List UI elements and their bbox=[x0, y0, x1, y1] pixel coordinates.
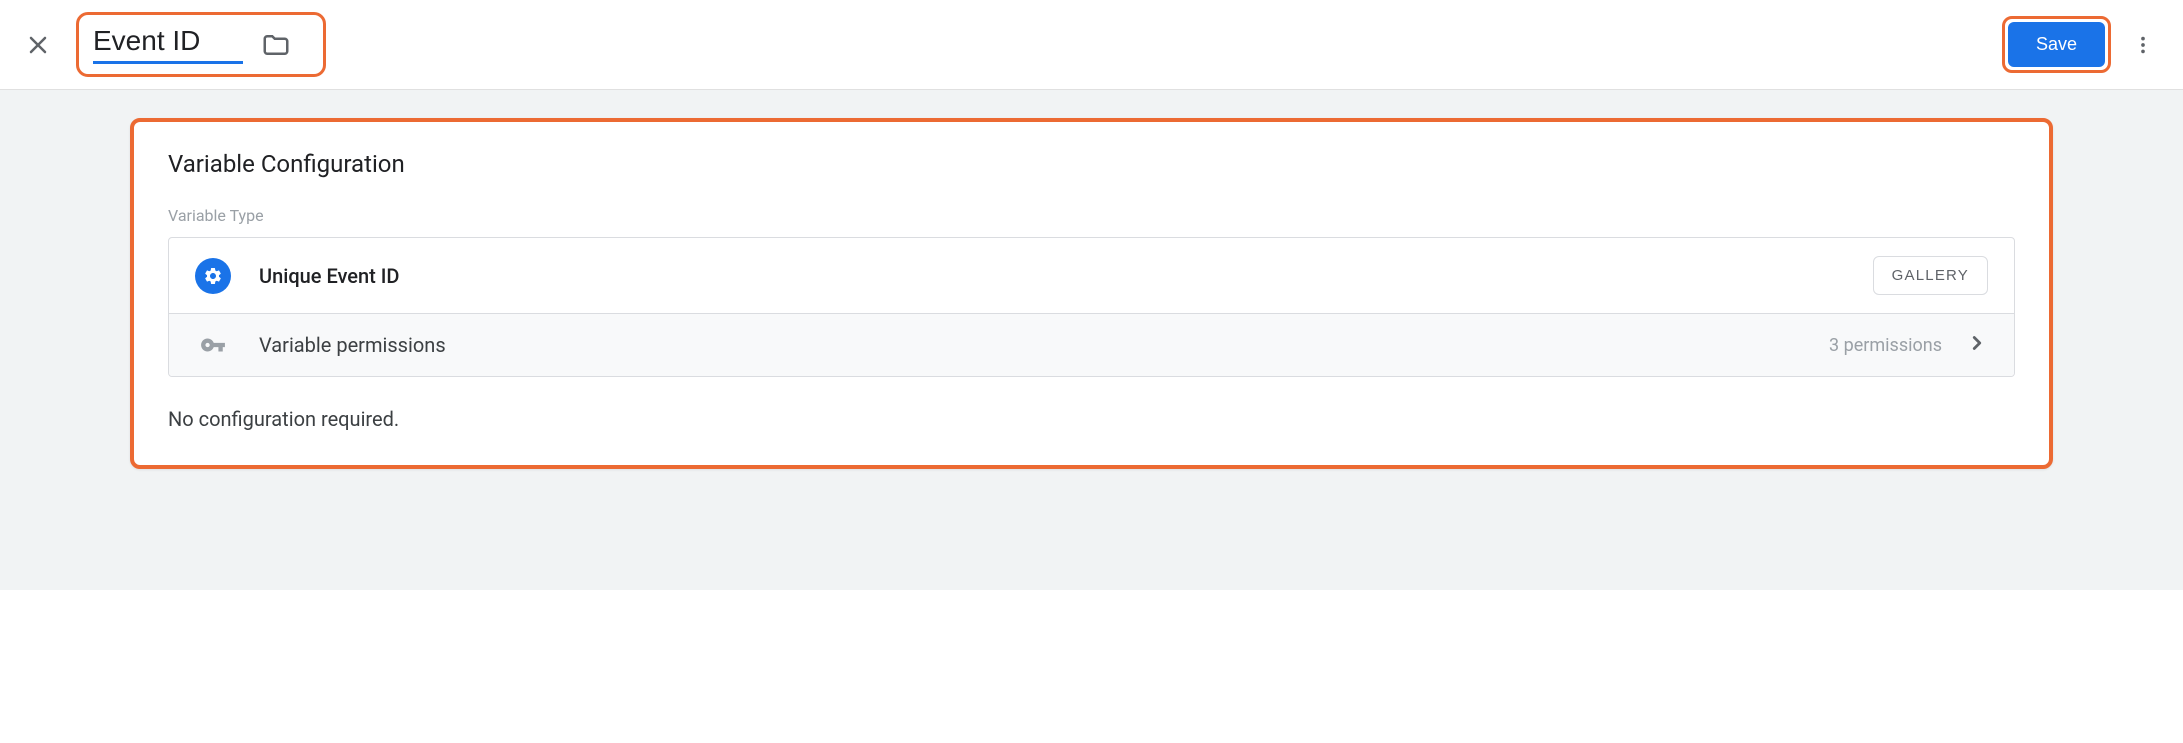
more-menu-button[interactable] bbox=[2127, 29, 2159, 61]
permissions-count: 3 permissions bbox=[1829, 335, 1942, 356]
variable-type-box: Unique Event ID GALLERY Variable permiss… bbox=[168, 237, 2015, 377]
variable-permissions-row[interactable]: Variable permissions 3 permissions bbox=[169, 313, 2014, 376]
gallery-button[interactable]: GALLERY bbox=[1873, 256, 1988, 295]
folder-icon[interactable] bbox=[261, 30, 291, 60]
header-right: Save bbox=[2002, 16, 2159, 73]
permissions-left: Variable permissions bbox=[195, 332, 446, 358]
editor-header: Save bbox=[0, 0, 2183, 90]
main-content: Variable Configuration Variable Type Uni… bbox=[0, 90, 2183, 590]
close-button[interactable] bbox=[24, 31, 52, 59]
title-container bbox=[76, 12, 326, 77]
close-icon bbox=[26, 33, 50, 57]
variable-configuration-panel: Variable Configuration Variable Type Uni… bbox=[130, 118, 2053, 469]
type-row-left: Unique Event ID bbox=[195, 258, 399, 294]
variable-name-input[interactable] bbox=[93, 25, 243, 64]
no-configuration-text: No configuration required. bbox=[168, 407, 2015, 431]
variable-type-row[interactable]: Unique Event ID GALLERY bbox=[169, 238, 2014, 313]
permissions-right: 3 permissions bbox=[1829, 332, 1988, 358]
key-icon bbox=[195, 332, 231, 358]
more-vert-icon bbox=[2132, 34, 2154, 56]
header-left bbox=[24, 12, 326, 77]
variable-type-label: Variable Type bbox=[168, 206, 2015, 225]
panel-title: Variable Configuration bbox=[168, 150, 2015, 178]
gear-icon bbox=[195, 258, 231, 294]
save-button[interactable]: Save bbox=[2008, 22, 2105, 67]
save-button-highlight: Save bbox=[2002, 16, 2111, 73]
chevron-right-icon bbox=[1966, 332, 1988, 358]
permissions-label: Variable permissions bbox=[259, 333, 446, 357]
variable-type-name: Unique Event ID bbox=[259, 264, 399, 288]
